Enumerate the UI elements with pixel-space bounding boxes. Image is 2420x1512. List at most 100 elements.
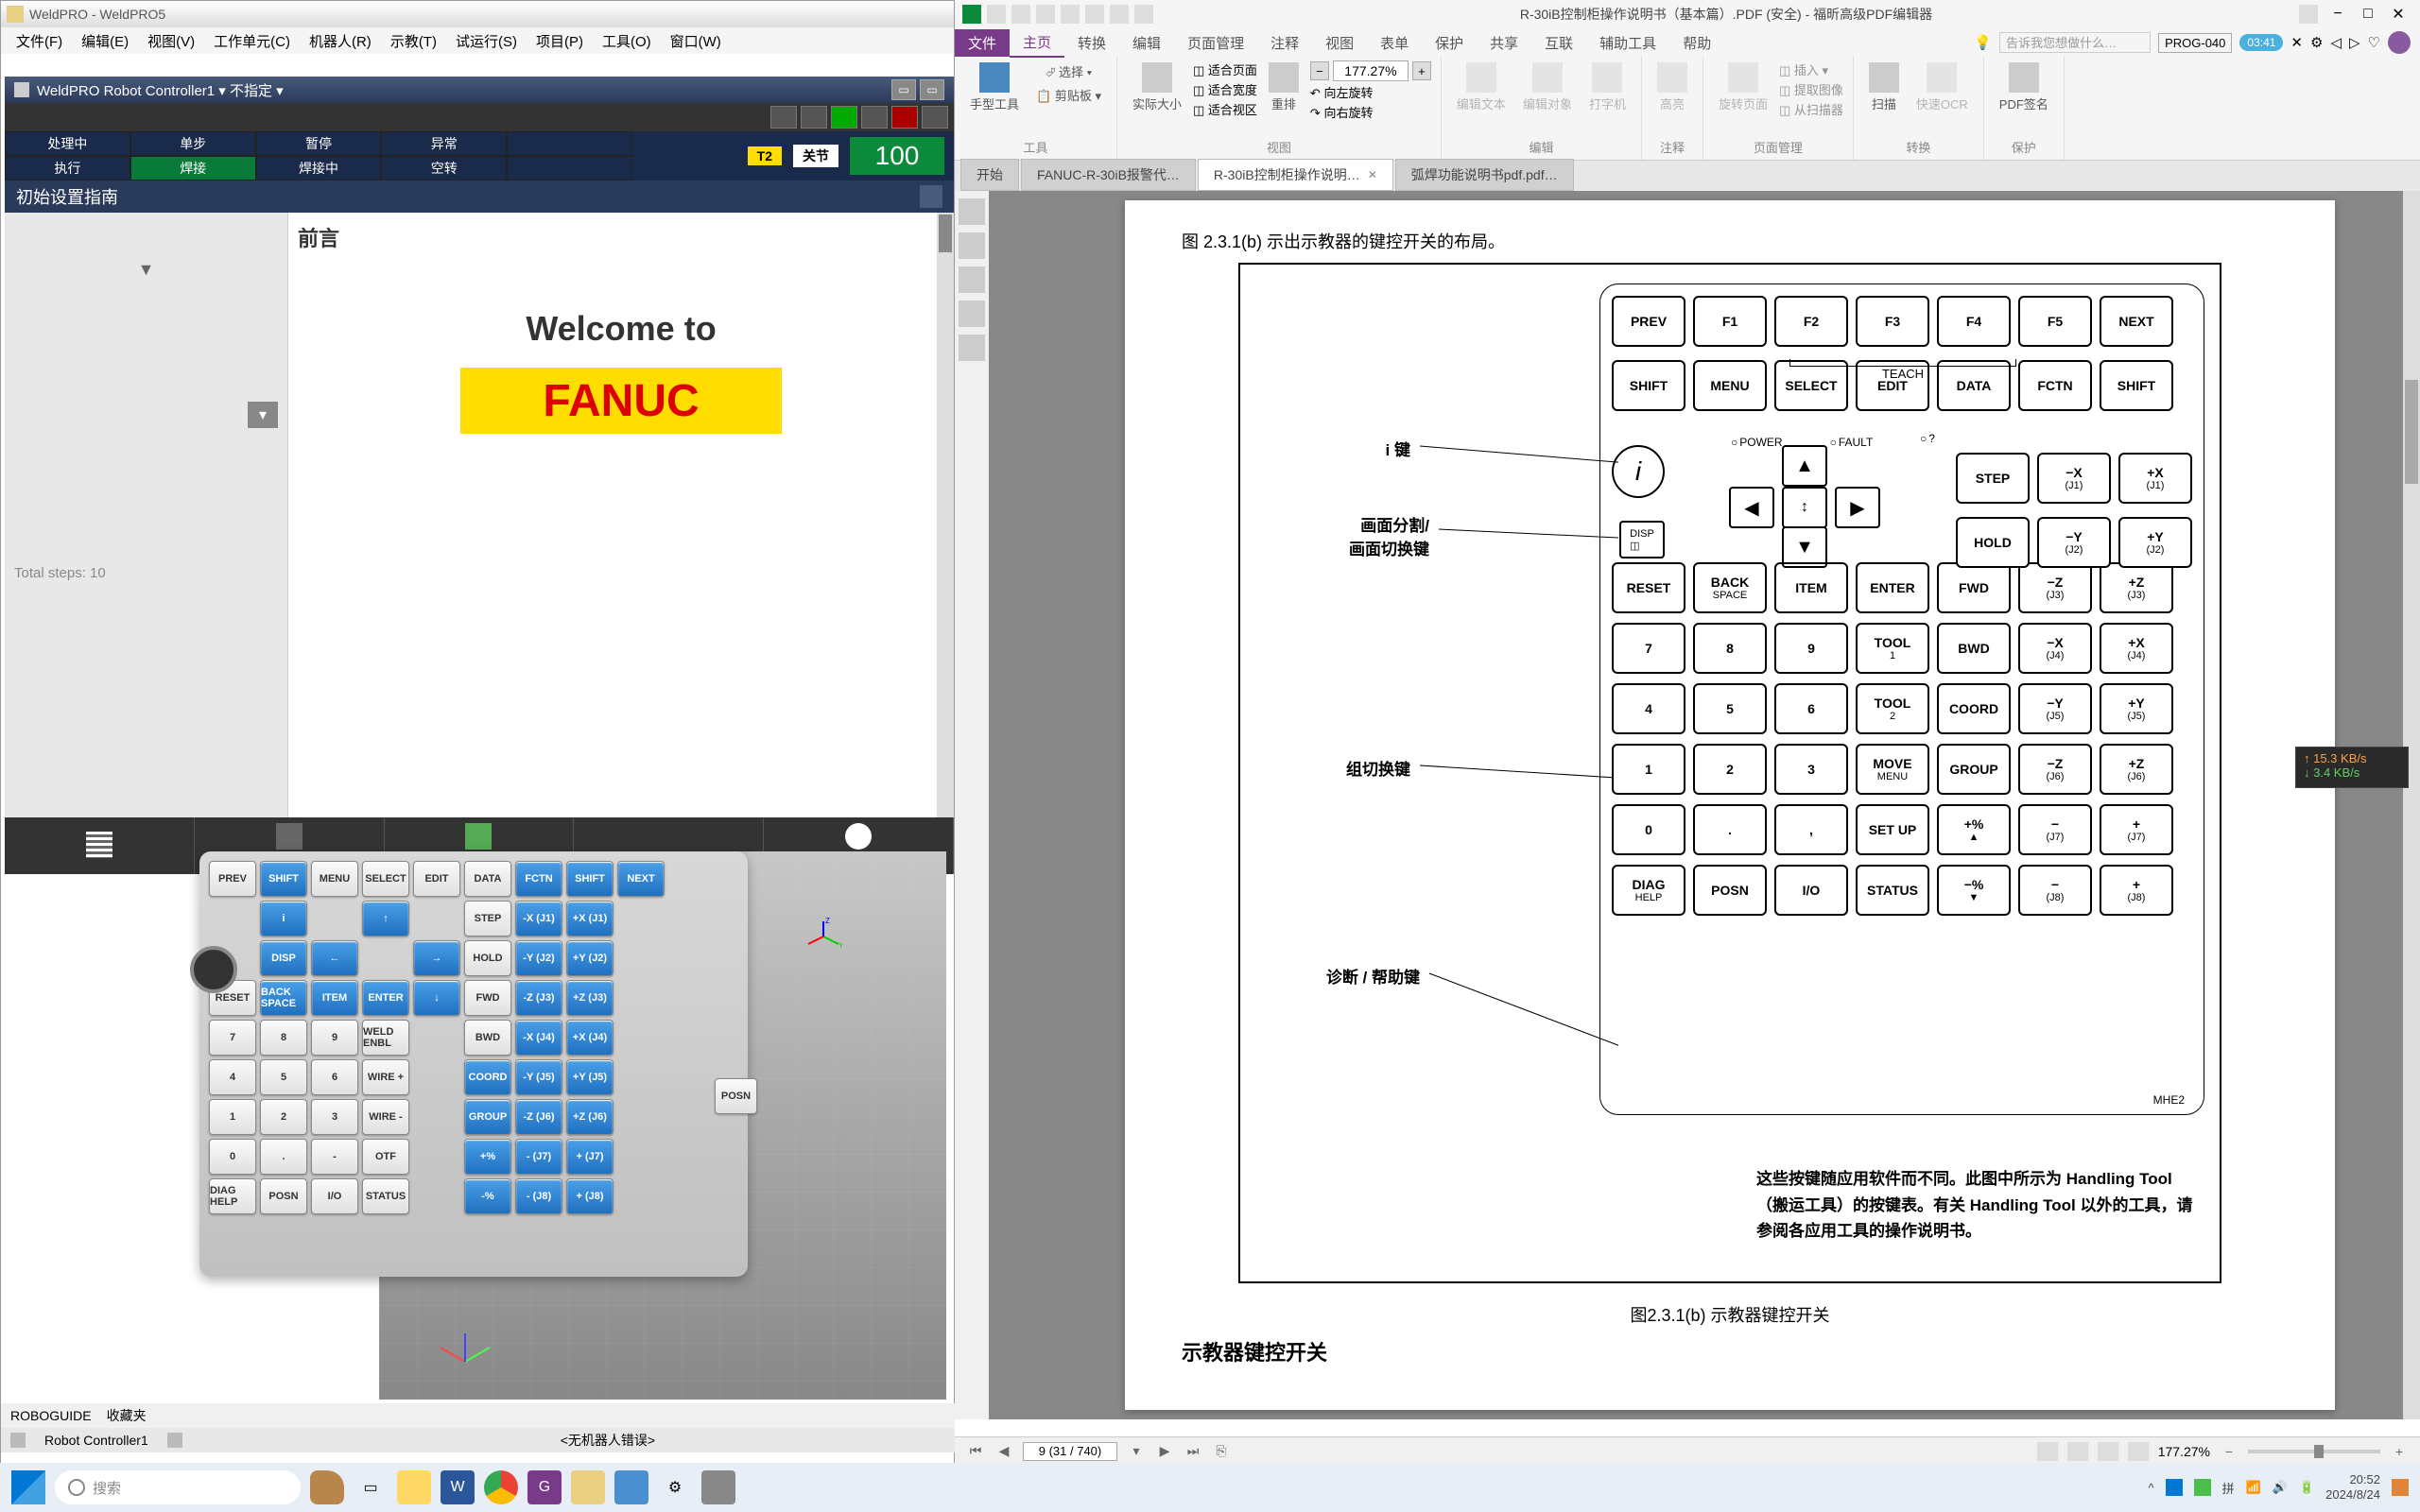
ribbon-zoom-control[interactable]: − + <box>1310 60 1431 81</box>
tab-roboguide[interactable]: ROBOGUIDE <box>10 1408 92 1423</box>
qat-email-icon[interactable] <box>1061 5 1080 24</box>
sidebar-layers-icon[interactable] <box>959 335 985 361</box>
pendant-key-1[interactable]: 1 <box>209 1099 256 1135</box>
pendant-key-coord[interactable]: COORD <box>464 1059 511 1095</box>
pendant-key--[interactable]: ← <box>311 940 358 976</box>
view-cover-icon[interactable] <box>2128 1442 2149 1461</box>
nav-first-icon[interactable]: ⏮ <box>966 1442 985 1461</box>
tray-volume-icon[interactable]: 🔊 <box>2273 1480 2288 1495</box>
pendant-posn-side[interactable]: POSN <box>715 1078 757 1114</box>
pendant-key-bwd[interactable]: BWD <box>464 1020 511 1056</box>
pendant-key-i-o[interactable]: I/O <box>311 1178 358 1214</box>
pendant-key-step[interactable]: STEP <box>464 901 511 936</box>
pendant-key-group[interactable]: GROUP <box>464 1099 511 1135</box>
ribbon-reflow[interactable]: 重排 <box>1263 60 1305 114</box>
tray-ime-icon[interactable]: 拼 <box>2222 1479 2235 1497</box>
taskbar-clock[interactable]: 20:52 2024/8/24 <box>2325 1472 2380 1502</box>
taskbar-app-5[interactable] <box>614 1470 648 1504</box>
tray-chevron-icon[interactable]: ^ <box>2148 1481 2153 1495</box>
menu-cell[interactable]: 工作单元(C) <box>208 29 296 53</box>
taskbar-app-foxit[interactable]: G <box>527 1470 562 1504</box>
pendant-key--[interactable]: → <box>413 940 460 976</box>
prog-box[interactable]: PROG-040 <box>2158 33 2232 53</box>
gear-icon[interactable]: ⚙ <box>2310 34 2323 51</box>
doc-tab-arcweld[interactable]: 弧焊功能说明书pdf.pdf… <box>1395 159 1574 191</box>
zoom-slider[interactable] <box>2248 1450 2380 1453</box>
ribbon-tab-connect[interactable]: 互联 <box>1531 29 1586 57</box>
pendant-key--j8-[interactable]: - (J8) <box>515 1178 562 1214</box>
rc-speed-100[interactable]: 100 <box>850 137 944 175</box>
ribbon-fitwidth[interactable]: ◫ 适合宽度 <box>1193 80 1257 98</box>
ribbon-hand-tool[interactable]: 手型工具 <box>964 60 1025 114</box>
rc-tbtn-redo[interactable] <box>801 106 827 129</box>
start-button[interactable] <box>11 1470 45 1504</box>
pendant-key--x-j4-[interactable]: +X (J4) <box>566 1020 614 1056</box>
menu-window[interactable]: 窗口(W) <box>665 29 727 53</box>
taskbar-app-word[interactable]: W <box>441 1470 475 1504</box>
page-number-input[interactable] <box>1023 1442 1117 1461</box>
pdf-scrollbar[interactable] <box>2403 191 2420 1419</box>
pendant-key-hold[interactable]: HOLD <box>464 940 511 976</box>
pendant-key-9[interactable]: 9 <box>311 1020 358 1056</box>
rc-tbtn-play[interactable] <box>831 106 857 129</box>
pendant-key--[interactable]: +% <box>464 1139 511 1175</box>
nav-nextpage-icon[interactable]: ▶ <box>1155 1442 1174 1461</box>
ribbon-tab-home[interactable]: 主页 <box>1010 28 1064 58</box>
menu-teach[interactable]: 示教(T) <box>385 29 442 53</box>
pendant-key-3[interactable]: 3 <box>311 1099 358 1135</box>
menu-file[interactable]: 文件(F) <box>10 29 68 53</box>
ribbon-tab-protect[interactable]: 保护 <box>1422 29 1477 57</box>
sidebar-thumbnails-icon[interactable] <box>959 198 985 225</box>
rc-tbtn-stop[interactable] <box>891 106 918 129</box>
menu-robot[interactable]: 机器人(R) <box>303 29 377 53</box>
tab-favorites[interactable]: 收藏夹 <box>107 1406 147 1425</box>
ribbon-tab-form[interactable]: 表单 <box>1367 29 1422 57</box>
ribbon-scan[interactable]: 扫描 <box>1863 60 1905 114</box>
pendant-key--z-j6-[interactable]: +Z (J6) <box>566 1099 614 1135</box>
pendant-key--x-j1-[interactable]: +X (J1) <box>566 901 614 936</box>
ribbon-fitpage[interactable]: ◫ 适合页面 <box>1193 60 1257 78</box>
close-search-icon[interactable]: ✕ <box>2290 34 2303 51</box>
qat-more-icon[interactable] <box>1134 5 1153 24</box>
pendant-key-8[interactable]: 8 <box>260 1020 307 1056</box>
rc-tbtn-record[interactable] <box>861 106 888 129</box>
taskbar-app-chrome[interactable] <box>484 1470 518 1504</box>
qat-grid-icon[interactable] <box>2299 5 2318 24</box>
pendant-key-4[interactable]: 4 <box>209 1059 256 1095</box>
ribbon-tab-view[interactable]: 视图 <box>1312 29 1367 57</box>
pendant-key-enter[interactable]: ENTER <box>362 980 409 1016</box>
pendant-key--j7-[interactable]: - (J7) <box>515 1139 562 1175</box>
ribbon-tab-edit[interactable]: 编辑 <box>1119 29 1174 57</box>
zoom-in-icon[interactable]: + <box>1412 61 1431 80</box>
pendant-key-otf[interactable]: OTF <box>362 1139 409 1175</box>
sidebar-bookmarks-icon[interactable] <box>959 232 985 259</box>
ribbon-rotate-right[interactable]: ↷ 向右旋转 <box>1310 103 1431 121</box>
qat-save-icon[interactable] <box>1011 5 1030 24</box>
tray-battery-icon[interactable]: 🔋 <box>2299 1480 2314 1495</box>
menu-view[interactable]: 视图(V) <box>142 29 200 53</box>
ribbon-rotate-left[interactable]: ↶ 向左旋转 <box>1310 83 1431 101</box>
ribbon-tellme-search[interactable]: 告诉我您想做什么… <box>1999 32 2151 53</box>
pendant-key--x-j1-[interactable]: -X (J1) <box>515 901 562 936</box>
pendant-key-select[interactable]: SELECT <box>362 861 409 897</box>
status-zoom-in[interactable]: + <box>2390 1442 2409 1461</box>
sidebar-attachments-icon[interactable] <box>959 266 985 293</box>
pendant-key-posn[interactable]: POSN <box>260 1178 307 1214</box>
pendant-key-fwd[interactable]: FWD <box>464 980 511 1016</box>
pendant-key--y-j5-[interactable]: -Y (J5) <box>515 1059 562 1095</box>
taskbar-app-1[interactable] <box>310 1470 344 1504</box>
pendant-key-weld-enbl[interactable]: WELD ENBL <box>362 1020 409 1056</box>
pendant-key--[interactable]: ↓ <box>413 980 460 1016</box>
notification-icon[interactable]: ♡ <box>2368 34 2380 51</box>
tray-wifi-icon[interactable]: 📶 <box>2246 1480 2261 1495</box>
pendant-key-shift[interactable]: SHIFT <box>260 861 307 897</box>
pendant-key-item[interactable]: ITEM <box>311 980 358 1016</box>
pdf-minimize[interactable]: − <box>2324 5 2352 24</box>
pendant-key--[interactable]: ↑ <box>362 901 409 936</box>
menu-edit[interactable]: 编辑(E) <box>76 29 134 53</box>
rc-footer-menu[interactable] <box>5 817 195 874</box>
pendant-key--[interactable]: - <box>311 1139 358 1175</box>
doc-tab-fanuc-alarm[interactable]: FANUC-R-30iB报警代… <box>1021 159 1196 191</box>
qat-print-icon[interactable] <box>1036 5 1055 24</box>
rc-btn-1[interactable]: ▭ <box>891 79 916 100</box>
